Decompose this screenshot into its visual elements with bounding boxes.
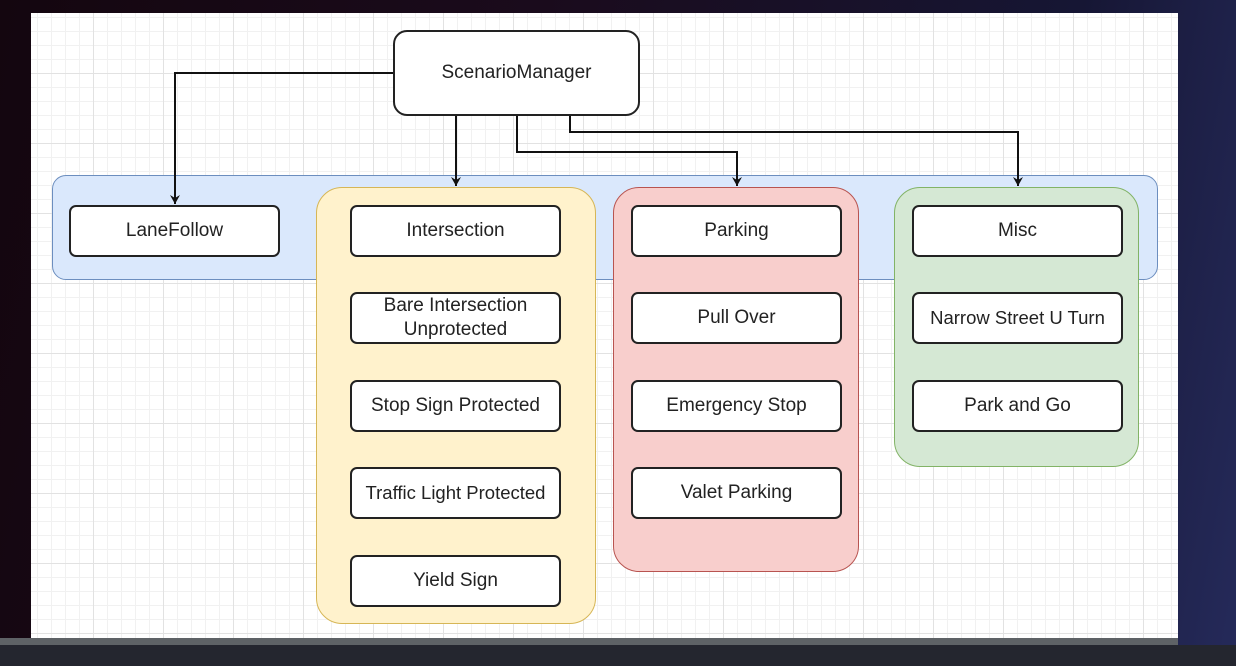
narrow-street-u-turn-node[interactable]: Narrow Street U Turn	[912, 292, 1123, 344]
emergency-stop-node[interactable]: Emergency Stop	[631, 380, 842, 432]
pull-over-node[interactable]: Pull Over	[631, 292, 842, 344]
yield-sign-node[interactable]: Yield Sign	[350, 555, 561, 607]
park-and-go-node[interactable]: Park and Go	[912, 380, 1123, 432]
arrow-to-lanefollow	[170, 72, 393, 204]
misc-node[interactable]: Misc	[912, 205, 1123, 257]
bare-intersection-node[interactable]: Bare Intersection Unprotected	[350, 292, 561, 344]
lanefollow-node[interactable]: LaneFollow	[69, 205, 280, 257]
valet-parking-node[interactable]: Valet Parking	[631, 467, 842, 519]
arrow-to-parking	[516, 116, 742, 186]
scenario-manager-node[interactable]: ScenarioManager	[393, 30, 640, 116]
intersection-node[interactable]: Intersection	[350, 205, 561, 257]
traffic-light-node[interactable]: Traffic Light Protected	[350, 467, 561, 519]
stop-sign-node[interactable]: Stop Sign Protected	[350, 380, 561, 432]
parking-node[interactable]: Parking	[631, 205, 842, 257]
